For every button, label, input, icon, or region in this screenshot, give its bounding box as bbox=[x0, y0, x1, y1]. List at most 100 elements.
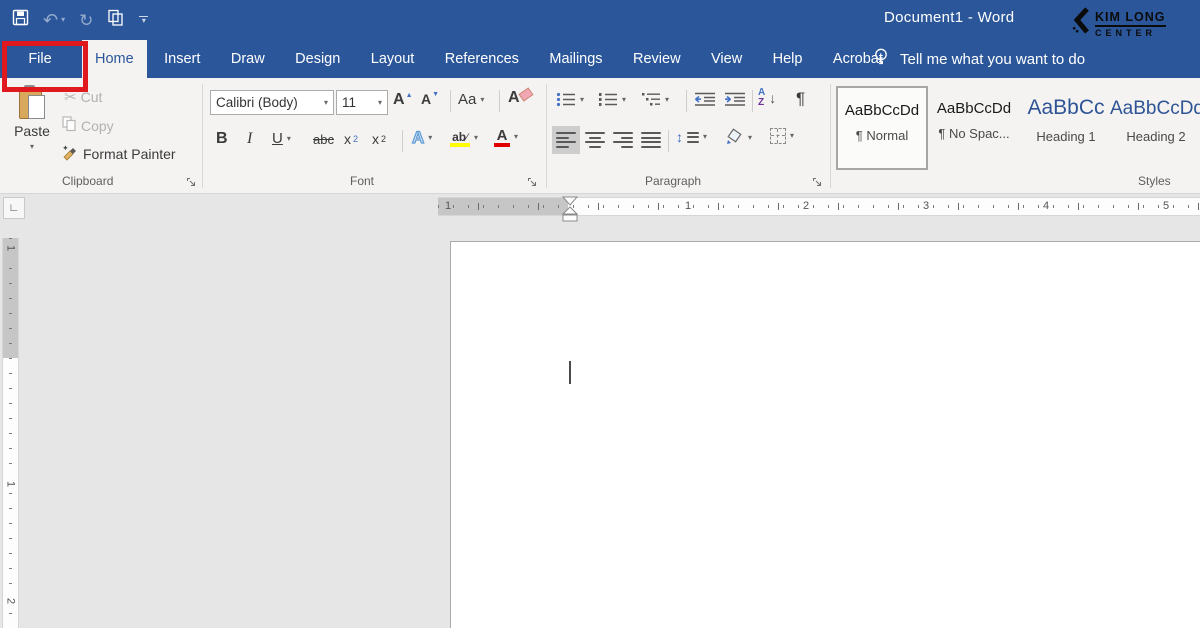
style-name: Heading 1 bbox=[1022, 129, 1110, 144]
borders-button[interactable]: ▾ bbox=[770, 128, 794, 144]
indent-markers[interactable] bbox=[562, 196, 578, 228]
quick-access-toolbar: ↶ ▾ ↻ ▾ bbox=[12, 0, 148, 40]
line-spacing-button[interactable]: ↕ ▾ bbox=[676, 129, 707, 145]
show-hide-paragraph-button[interactable]: ¶ bbox=[796, 89, 805, 109]
font-name-dropdown-icon: ▾ bbox=[324, 99, 328, 107]
font-dialog-launcher-icon[interactable] bbox=[527, 175, 539, 187]
tab-view[interactable]: View bbox=[698, 40, 755, 78]
save-icon[interactable] bbox=[12, 9, 29, 31]
style-no-spacing[interactable]: AaBbCcDd ¶ No Spac... bbox=[930, 86, 1018, 166]
line-spacing-icon: ↕ bbox=[676, 129, 683, 145]
sort-button[interactable]: A Z ↓ bbox=[758, 88, 776, 108]
undo-dropdown-icon[interactable]: ▾ bbox=[61, 16, 65, 24]
strikethrough-button[interactable]: abc bbox=[313, 132, 334, 147]
clear-formatting-button[interactable]: A bbox=[508, 89, 532, 107]
ruler-number: 3 bbox=[921, 199, 931, 214]
undo-button[interactable]: ↶ ▾ bbox=[43, 11, 65, 29]
grow-font-button[interactable]: A▲ bbox=[393, 91, 413, 109]
paragraph-group-label: Paragraph bbox=[645, 174, 701, 188]
align-center-icon bbox=[585, 132, 605, 148]
tab-help[interactable]: Help bbox=[760, 40, 816, 78]
multilevel-list-icon bbox=[641, 92, 661, 107]
align-left-button[interactable] bbox=[552, 126, 580, 154]
style-preview: AaBbCcDd bbox=[930, 100, 1018, 117]
font-size-value: 11 bbox=[342, 95, 356, 110]
tab-references[interactable]: References bbox=[432, 40, 532, 78]
underline-button[interactable]: U ▾ bbox=[272, 130, 291, 147]
numbering-icon bbox=[598, 92, 618, 107]
tab-home[interactable]: Home bbox=[82, 40, 147, 78]
kimlong-logo: KIM LONG CENTER bbox=[1072, 7, 1166, 40]
clipboard-dialog-launcher-icon[interactable] bbox=[186, 175, 198, 187]
bold-button[interactable]: B bbox=[216, 130, 228, 148]
tab-design[interactable]: Design bbox=[282, 40, 353, 78]
bullets-icon bbox=[556, 92, 576, 107]
divider bbox=[752, 90, 753, 112]
numbering-button[interactable]: ▾ bbox=[598, 92, 626, 107]
shrink-font-button[interactable]: A▼ bbox=[421, 91, 439, 107]
bullets-button[interactable]: ▾ bbox=[556, 92, 584, 107]
title-bar: ↶ ▾ ↻ ▾ Document1 - Word KIM LONG CENTER bbox=[0, 0, 1200, 40]
font-color-button[interactable]: A ▾ bbox=[494, 127, 518, 147]
style-name: ¶ No Spac... bbox=[930, 126, 1018, 141]
tab-stop-selector[interactable]: ∟ bbox=[3, 197, 25, 219]
style-heading-2[interactable]: AaBbCcDd Heading 2 bbox=[1110, 86, 1200, 166]
horizontal-ruler[interactable]: 1 1 2 3 4 5 bbox=[438, 197, 1200, 216]
multilevel-list-button[interactable]: ▾ bbox=[641, 92, 669, 107]
ruler-number: 2 bbox=[5, 594, 17, 609]
decrease-indent-button[interactable] bbox=[694, 92, 716, 112]
ruler-number: 5 bbox=[1161, 199, 1171, 214]
redo-icon[interactable]: ↻ bbox=[79, 12, 93, 29]
group-separator bbox=[830, 84, 831, 188]
align-center-button[interactable] bbox=[581, 126, 609, 154]
ruler-number: 4 bbox=[1041, 199, 1051, 214]
style-heading-1[interactable]: AaBbCc Heading 1 bbox=[1022, 86, 1110, 166]
tell-me-box[interactable]: Tell me what you want to do bbox=[872, 40, 1085, 78]
paste-dropdown-icon[interactable]: ▾ bbox=[8, 143, 56, 151]
font-group-label: Font bbox=[350, 174, 374, 188]
font-size-select[interactable]: 11 ▾ bbox=[336, 90, 388, 115]
highlight-icon: ab∕ bbox=[450, 128, 470, 147]
change-case-button[interactable]: Aa▾ bbox=[458, 91, 484, 108]
paste-label: Paste bbox=[8, 123, 56, 139]
shading-icon bbox=[726, 128, 744, 148]
qat-copy-icon[interactable] bbox=[107, 9, 125, 32]
text-effects-button[interactable]: A ▾ bbox=[412, 128, 432, 148]
copy-icon bbox=[62, 116, 77, 135]
subscript-button[interactable]: x2 bbox=[344, 131, 358, 147]
text-cursor bbox=[569, 361, 571, 384]
undo-icon: ↶ bbox=[43, 11, 58, 29]
highlight-color-button[interactable]: ab∕ ▾ bbox=[450, 128, 478, 147]
tab-layout[interactable]: Layout bbox=[358, 40, 428, 78]
align-right-button[interactable] bbox=[609, 126, 637, 154]
italic-button[interactable]: I bbox=[247, 130, 252, 148]
document-page[interactable] bbox=[450, 241, 1200, 628]
justify-button[interactable] bbox=[637, 126, 665, 154]
increase-indent-button[interactable] bbox=[724, 92, 746, 112]
font-name-select[interactable]: Calibri (Body) ▾ bbox=[210, 90, 334, 115]
align-left-icon bbox=[556, 132, 576, 148]
vertical-ruler[interactable]: 1 1 2 bbox=[2, 238, 19, 628]
copy-button[interactable]: Copy bbox=[62, 116, 114, 135]
font-size-dropdown-icon: ▾ bbox=[378, 99, 382, 107]
customize-qat-icon[interactable]: ▾ bbox=[139, 16, 148, 25]
shading-button[interactable]: ▾ bbox=[726, 128, 752, 148]
group-separator bbox=[546, 84, 547, 188]
tab-insert[interactable]: Insert bbox=[151, 40, 213, 78]
eraser-icon bbox=[518, 87, 533, 101]
format-painter-label: Format Painter bbox=[83, 146, 176, 162]
underline-dropdown-icon[interactable]: ▾ bbox=[287, 135, 291, 143]
hanging-indent-marker bbox=[563, 207, 577, 214]
tab-mailings[interactable]: Mailings bbox=[536, 40, 615, 78]
font-color-icon: A bbox=[494, 127, 510, 147]
style-preview: AaBbCcDd bbox=[1110, 98, 1200, 120]
tab-selector-icon: ∟ bbox=[9, 202, 20, 214]
paste-button[interactable]: Paste ▾ bbox=[8, 85, 56, 151]
tab-draw[interactable]: Draw bbox=[218, 40, 278, 78]
paragraph-dialog-launcher-icon[interactable] bbox=[812, 175, 824, 187]
format-painter-button[interactable]: Format Painter bbox=[62, 144, 176, 164]
left-indent-marker bbox=[563, 215, 577, 221]
superscript-button[interactable]: x2 bbox=[372, 131, 386, 147]
tab-review[interactable]: Review bbox=[620, 40, 694, 78]
style-normal[interactable]: AaBbCcDd ¶ Normal bbox=[836, 86, 928, 170]
